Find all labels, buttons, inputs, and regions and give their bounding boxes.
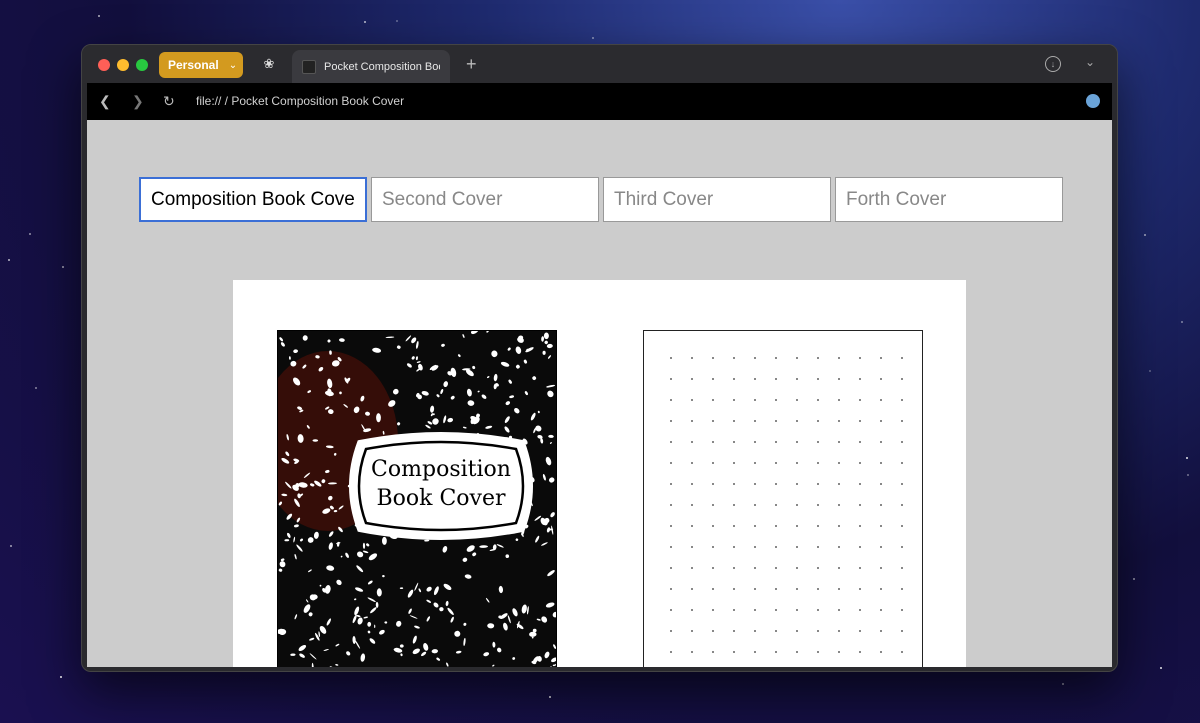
page-viewport: Composition Book Cover: [87, 120, 1112, 667]
minimize-window-button[interactable]: [117, 59, 129, 71]
forth-cover-input[interactable]: [835, 177, 1063, 222]
maximize-window-button[interactable]: [136, 59, 148, 71]
download-icon[interactable]: ↓: [1045, 56, 1061, 72]
address-bar: ❮ ❯ ↻ file:// / Pocket Composition Book …: [87, 83, 1112, 120]
chevron-left-icon[interactable]: ❮: [99, 93, 111, 110]
browser-window: Personal ⌄ ❀ Pocket Composition Book Cov…: [81, 44, 1118, 672]
favicon-icon: [302, 59, 316, 74]
profile-button[interactable]: Personal ⌄: [159, 52, 243, 78]
chevron-down-icon[interactable]: ⌄: [1085, 55, 1095, 69]
tab-bar: Personal ⌄ ❀ Pocket Composition Book Cov…: [82, 45, 1117, 83]
plus-icon[interactable]: +: [466, 54, 477, 75]
first-cover-input[interactable]: [139, 177, 367, 222]
tab-active[interactable]: Pocket Composition Book Cover: [292, 50, 450, 83]
reload-icon[interactable]: ↻: [163, 93, 175, 110]
chevron-right-icon[interactable]: ❯: [132, 93, 144, 110]
extension-icon[interactable]: ❀: [262, 57, 276, 71]
print-page: Composition Book Cover: [233, 280, 966, 667]
composition-cover-front: Composition Book Cover: [277, 330, 557, 667]
tab-title: Pocket Composition Book Cover: [324, 60, 440, 73]
cover-title-line-2: Book Cover: [376, 486, 506, 511]
profile-label: Personal: [168, 58, 219, 72]
cover-title-line-1: Composition: [371, 457, 511, 482]
dot-grid-back-cover: [643, 330, 923, 667]
cover-title: Composition Book Cover: [346, 455, 536, 513]
dot-grid-pattern: [670, 357, 903, 653]
third-cover-input[interactable]: [603, 177, 831, 222]
chevron-down-icon: ⌄: [228, 59, 238, 71]
url-field[interactable]: file:// / Pocket Composition Book Cover: [196, 94, 404, 108]
close-window-button[interactable]: [98, 59, 110, 71]
cover-label: Composition Book Cover: [346, 431, 536, 541]
second-cover-input[interactable]: [371, 177, 599, 222]
cover-inputs: [139, 177, 1063, 222]
password-manager-icon[interactable]: [1086, 94, 1100, 108]
